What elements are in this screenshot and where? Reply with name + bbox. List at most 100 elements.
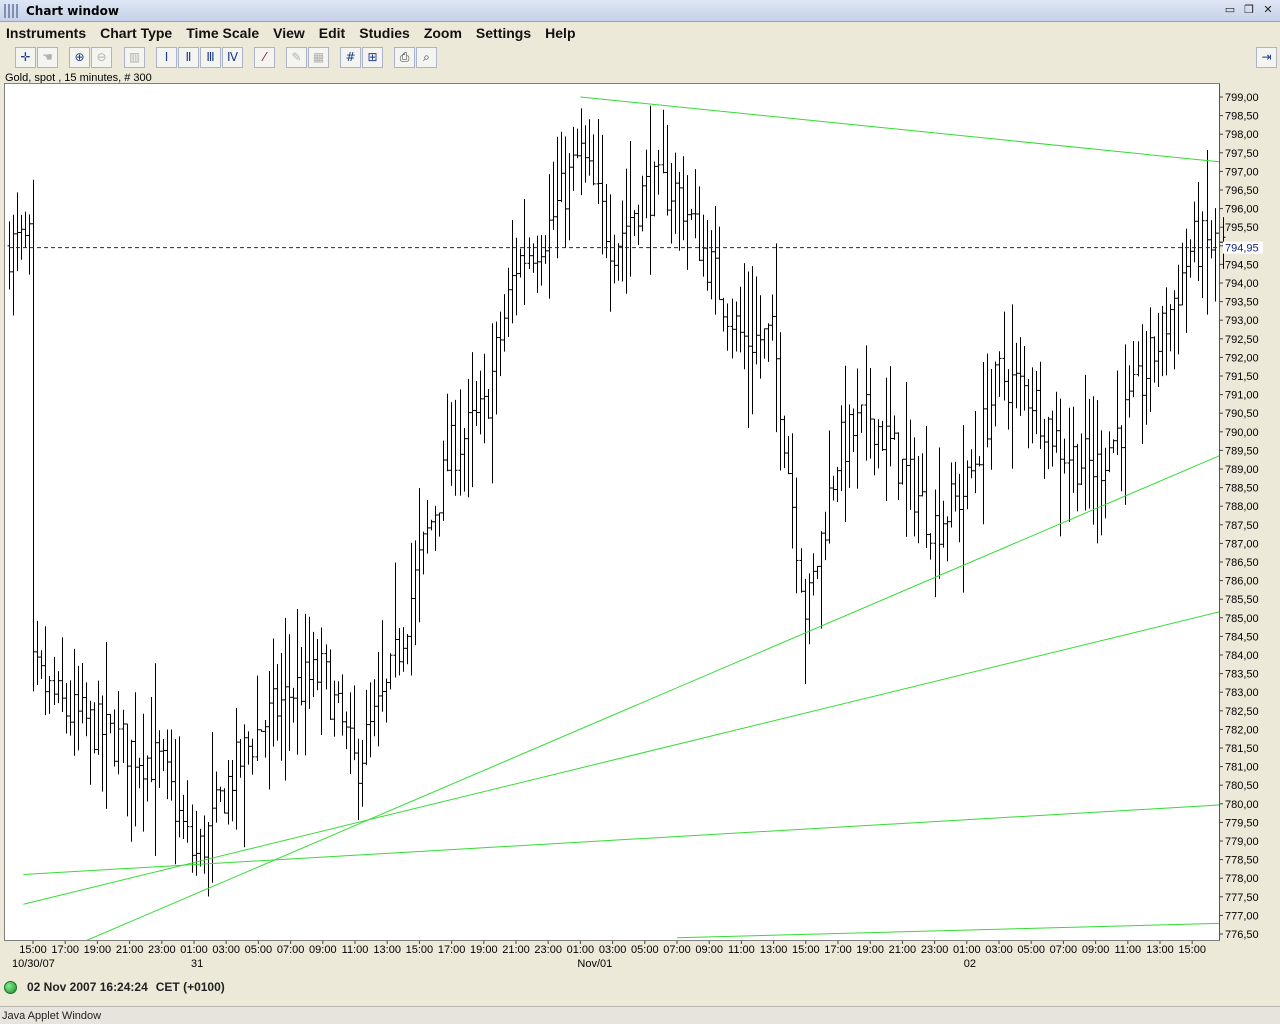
- trend-line: [23, 611, 1219, 905]
- y-tick-label: 785,50: [1225, 594, 1259, 606]
- x-tick-label: 19:00: [84, 944, 112, 956]
- y-tick-label: 787,50: [1225, 520, 1259, 532]
- y-tick-label: 783,50: [1225, 669, 1259, 681]
- x-tick-label: 23:00: [148, 944, 176, 956]
- y-tick-label: 780,50: [1225, 780, 1259, 792]
- y-tick-label: 788,50: [1225, 483, 1259, 495]
- trend-line: [676, 922, 1219, 939]
- x-tick-label: 11:00: [1114, 944, 1141, 956]
- y-tick-label: 784,50: [1225, 631, 1259, 643]
- y-tick-label: 795,50: [1225, 222, 1259, 234]
- x-date-label: 10/30/07: [12, 958, 55, 970]
- x-tick-label: 05:00: [1017, 944, 1045, 956]
- price-chart[interactable]: 799,00 798,50 798,00 797,50 797,00 796,50 796,…: [0, 0, 1280, 975]
- x-date-label: 31: [191, 958, 203, 970]
- trend-line: [580, 96, 1219, 163]
- status-bar: 02 Nov 2007 16:24:24 CET (+0100): [0, 975, 1280, 999]
- y-tick-label: 787,00: [1225, 538, 1259, 550]
- x-tick-label: 23:00: [921, 944, 949, 956]
- x-date-label: 02: [964, 958, 976, 970]
- x-tick-label: 17:00: [51, 944, 79, 956]
- y-tick-label: 785,00: [1225, 613, 1259, 625]
- y-tick-label: 781,50: [1225, 743, 1259, 755]
- x-date-label: Nov/01: [577, 958, 612, 970]
- x-tick-label: 01:00: [180, 944, 208, 956]
- x-tick-label: 01:00: [567, 944, 595, 956]
- y-tick-label: 779,00: [1225, 836, 1259, 848]
- x-tick-label: 17:00: [824, 944, 852, 956]
- x-tick-label: 13:00: [1146, 944, 1174, 956]
- y-tick-label: 791,50: [1225, 371, 1259, 383]
- y-tick-label: 783,00: [1225, 687, 1259, 699]
- x-tick-label: 15:00: [19, 944, 47, 956]
- y-axis: 799,00 798,50 798,00 797,50 797,00 796,50 796,…: [1219, 84, 1263, 941]
- applet-window-bar: Java Applet Window: [0, 1006, 1280, 1024]
- x-tick-label: 11:00: [342, 944, 369, 956]
- x-tick-label: 09:00: [1082, 944, 1110, 956]
- y-tick-label: 792,00: [1225, 352, 1259, 364]
- y-tick-label: 789,50: [1225, 445, 1259, 457]
- y-tick-label: 793,50: [1225, 297, 1259, 309]
- current-price-label: 794,95: [1225, 243, 1259, 255]
- y-tick-label: 788,00: [1225, 501, 1259, 513]
- trend-line: [23, 804, 1219, 875]
- x-tick-label: 05:00: [631, 944, 659, 956]
- y-tick-label: 778,00: [1225, 873, 1259, 885]
- x-tick-label: 21:00: [502, 944, 530, 956]
- trend-line: [86, 455, 1219, 940]
- y-tick-label: 794,50: [1225, 259, 1259, 271]
- trend-lines[interactable]: [23, 96, 1240, 967]
- y-tick-label: 796,50: [1225, 185, 1259, 197]
- x-tick-label: 01:00: [953, 944, 981, 956]
- x-tick-label: 19:00: [856, 944, 884, 956]
- y-tick-label: 799,00: [1225, 92, 1259, 104]
- x-tick-label: 07:00: [277, 944, 305, 956]
- connection-status-icon: [4, 980, 17, 994]
- x-tick-label: 15:00: [406, 944, 434, 956]
- x-tick-label: 13:00: [373, 944, 401, 956]
- x-tick-label: 07:00: [1050, 944, 1078, 956]
- y-tick-label: 786,00: [1225, 576, 1259, 588]
- y-tick-label: 779,50: [1225, 817, 1259, 829]
- y-tick-label: 782,50: [1225, 706, 1259, 718]
- x-tick-label: 11:00: [728, 944, 755, 956]
- y-tick-label: 780,00: [1225, 799, 1259, 811]
- x-tick-label: 15:00: [1178, 944, 1206, 956]
- y-tick-label: 776,50: [1225, 929, 1259, 941]
- x-tick-label: 03:00: [985, 944, 1013, 956]
- y-tick-label: 777,50: [1225, 892, 1259, 904]
- applet-window-label: Java Applet Window: [2, 1010, 102, 1022]
- y-tick-label: 784,00: [1225, 650, 1259, 662]
- y-tick-label: 782,00: [1225, 724, 1259, 736]
- status-datetime: 02 Nov 2007 16:24:24: [27, 980, 148, 994]
- y-tick-label: 794,00: [1225, 278, 1259, 290]
- status-timezone: CET (+0100): [155, 980, 225, 994]
- x-tick-label: 03:00: [212, 944, 240, 956]
- y-tick-label: 796,00: [1225, 204, 1259, 216]
- y-tick-label: 778,50: [1225, 855, 1259, 867]
- y-tick-label: 781,00: [1225, 762, 1259, 774]
- x-tick-label: 03:00: [599, 944, 627, 956]
- x-tick-label: 21:00: [116, 944, 144, 956]
- y-tick-label: 790,50: [1225, 408, 1259, 420]
- x-axis: 15:00 17:00 19:00 21:00 23:00 01:00 03:00 05:00…: [12, 941, 1206, 970]
- x-tick-label: 21:00: [889, 944, 917, 956]
- y-tick-label: 798,50: [1225, 111, 1259, 123]
- y-tick-label: 797,50: [1225, 148, 1259, 160]
- x-tick-label: 09:00: [695, 944, 723, 956]
- price-bars: [7, 105, 1226, 897]
- y-tick-label: 786,50: [1225, 557, 1259, 569]
- y-tick-label: 790,00: [1225, 427, 1259, 439]
- y-tick-label: 789,00: [1225, 464, 1259, 476]
- y-tick-label: 798,00: [1225, 129, 1259, 141]
- y-tick-label: 777,00: [1225, 910, 1259, 922]
- x-tick-label: 23:00: [534, 944, 562, 956]
- x-tick-label: 17:00: [438, 944, 466, 956]
- x-tick-label: 19:00: [470, 944, 498, 956]
- y-tick-label: 793,00: [1225, 315, 1259, 327]
- x-tick-label: 15:00: [792, 944, 820, 956]
- x-tick-label: 09:00: [309, 944, 337, 956]
- x-tick-label: 07:00: [663, 944, 691, 956]
- y-tick-label: 792,50: [1225, 334, 1259, 346]
- y-tick-label: 791,00: [1225, 390, 1259, 402]
